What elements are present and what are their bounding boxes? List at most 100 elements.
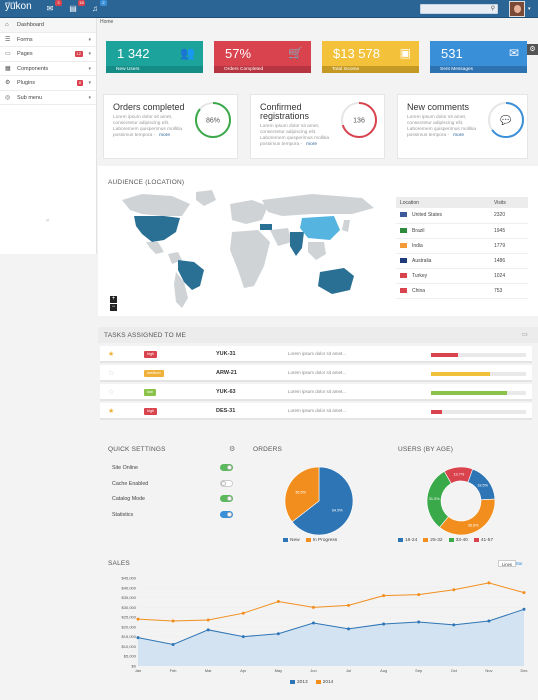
more-link[interactable]: more xyxy=(159,133,170,138)
flag-icon xyxy=(400,227,407,233)
map-middle-east xyxy=(270,228,292,246)
submenu-icon: ◎ xyxy=(5,94,11,101)
bell-icon[interactable]: ♫ 2 xyxy=(88,0,107,15)
x-tick-label: Apr xyxy=(240,668,247,673)
country-name: Australia xyxy=(412,257,432,264)
world-map[interactable] xyxy=(112,190,382,310)
users-by-age-title: USERS (BY AGE) xyxy=(398,446,454,453)
chevron-down-icon: ▾ xyxy=(88,65,91,72)
task-code[interactable]: YUK-31 xyxy=(216,351,236,357)
star-icon[interactable]: ★ xyxy=(108,350,114,358)
legend-item[interactable]: 41-57 xyxy=(473,538,493,543)
sidebar-item-pages[interactable]: ▭ Pages 12 ▾ xyxy=(0,47,96,62)
pages-badge: 12 xyxy=(74,51,83,57)
search-input[interactable]: ⚲ xyxy=(420,4,498,14)
gear-icon[interactable]: ⚙ xyxy=(229,445,235,453)
task-code[interactable]: ARW-21 xyxy=(216,370,237,376)
quick-settings-title: QUICK SETTINGS xyxy=(108,446,166,453)
table-row[interactable]: Turkey 1024 xyxy=(396,268,528,284)
pages-icon: ▭ xyxy=(5,51,11,57)
task-row[interactable]: ☆ low YUK-63 Lorem ipsum dolor sit amet... xyxy=(100,384,532,401)
sidebar-item-forms[interactable]: ☰ Forms ▾ xyxy=(0,33,96,47)
sidebar-item-submenu[interactable]: ◎ Sub menu ▾ xyxy=(0,91,96,105)
table-row[interactable]: India 1779 xyxy=(396,238,528,254)
data-point xyxy=(276,599,280,603)
sidebar-item-components[interactable]: ▦ Components ▾ xyxy=(0,62,96,76)
legend-item[interactable]: 25-32 xyxy=(423,538,443,543)
legend-item[interactable]: 2013 xyxy=(290,680,308,685)
visits-count: 1486 xyxy=(490,253,528,269)
country-name: Brazil xyxy=(412,227,425,234)
setting-toggle[interactable] xyxy=(220,495,233,502)
task-progress-bar xyxy=(431,391,526,395)
legend-item[interactable]: In Progress xyxy=(305,538,337,543)
table-row[interactable]: China 753 xyxy=(396,283,528,299)
table-row[interactable]: Brazil 1945 xyxy=(396,223,528,239)
avatar[interactable] xyxy=(509,1,525,17)
stat-sent-messages[interactable]: 531 ✉ Sent Messages xyxy=(430,41,527,73)
legend-item[interactable]: 33-40 xyxy=(448,538,468,543)
audience-title: AUDIENCE (LOCATION) xyxy=(108,179,185,186)
visits-count: 1024 xyxy=(490,268,528,284)
task-row[interactable]: ★ high DES-31 Lorem ipsum dolor sit amet... xyxy=(100,403,532,420)
map-turkey xyxy=(260,224,272,230)
flag-icon xyxy=(400,287,407,293)
data-point xyxy=(417,620,421,624)
x-tick-label: Sep xyxy=(415,668,423,673)
visits-count: 2320 xyxy=(490,208,528,224)
legend-item[interactable]: New xyxy=(283,538,300,543)
zoom-out-button[interactable]: − xyxy=(110,304,117,311)
task-code[interactable]: YUK-63 xyxy=(216,389,236,395)
orders-legend: New In Progress xyxy=(283,538,343,543)
info-confirmed-registrations: Confirmed registrations Lorem ipsum dolo… xyxy=(250,94,385,159)
orders-pie-chart: 64.5% 35.5% xyxy=(284,466,354,536)
bars-toggle-button[interactable]: Bar xyxy=(513,560,526,567)
setting-toggle[interactable] xyxy=(220,464,233,471)
x-tick-label: Jan xyxy=(135,668,141,673)
gear-icon[interactable]: ⚙ xyxy=(527,44,538,55)
collapse-sidebar-icon[interactable]: « xyxy=(46,218,49,224)
legend-item[interactable]: 18-24 xyxy=(398,538,417,543)
search-icon[interactable]: ⚲ xyxy=(491,5,495,14)
location-table: Location Visits United States 2320 Brazil 19… xyxy=(396,197,528,299)
chevron-down-icon: ▾ xyxy=(88,36,91,43)
star-icon[interactable]: ☆ xyxy=(108,388,114,396)
flag-icon xyxy=(400,242,407,248)
table-row[interactable]: Australia 1486 xyxy=(396,253,528,269)
mail-icon[interactable]: ✉ 3 xyxy=(43,0,62,15)
stat-new-users[interactable]: 1 342 👥 New Users xyxy=(106,41,203,73)
dashboard-icon: ⌂ xyxy=(5,22,9,28)
slice-label: 64.5% xyxy=(332,508,343,512)
messages-icon[interactable]: ▤ 18 xyxy=(66,0,85,15)
data-point xyxy=(206,618,210,622)
breadcrumb[interactable]: Home xyxy=(100,19,113,25)
data-point xyxy=(276,632,280,636)
flag-icon xyxy=(400,257,407,263)
slice-label: 31.0% xyxy=(429,497,440,501)
sidebar-item-plugins[interactable]: ⚙ Plugins 8 ▾ xyxy=(0,76,96,91)
card-icon[interactable]: ▭ xyxy=(522,331,528,338)
app-logo[interactable]: admin yukon xyxy=(5,0,32,12)
y-tick-label: $45,000 xyxy=(122,576,137,581)
star-icon[interactable]: ★ xyxy=(108,407,114,415)
setting-toggle[interactable] xyxy=(220,510,233,518)
more-link[interactable]: more xyxy=(453,133,464,138)
alerts-badge: 2 xyxy=(100,0,107,6)
chevron-down-icon[interactable]: ▾ xyxy=(528,6,531,12)
task-code[interactable]: DES-31 xyxy=(216,408,235,414)
chevron-down-icon: ▾ xyxy=(88,80,91,86)
data-point xyxy=(417,593,421,597)
task-row[interactable]: ★ high YUK-31 Lorem ipsum dolor sit amet... xyxy=(100,346,532,363)
data-point xyxy=(241,611,245,615)
legend-item[interactable]: 2014 xyxy=(315,680,333,685)
zoom-in-button[interactable]: + xyxy=(110,296,117,303)
setting-toggle[interactable] xyxy=(220,479,233,487)
more-link[interactable]: more xyxy=(306,142,317,147)
table-row[interactable]: United States 2320 xyxy=(396,208,528,224)
task-row[interactable]: ☆ medium ARW-21 Lorem ipsum dolor sit amet.… xyxy=(100,365,532,382)
star-icon[interactable]: ☆ xyxy=(108,369,114,377)
stat-orders-completed[interactable]: 57% 🛒 Orders Completed xyxy=(214,41,311,73)
sidebar-item-dashboard[interactable]: ⌂ Dashboard xyxy=(0,18,96,33)
stat-total-income[interactable]: $13 578 ▣ Total Income xyxy=(322,41,419,73)
task-description: Lorem ipsum dolor sit amet... xyxy=(288,408,347,413)
